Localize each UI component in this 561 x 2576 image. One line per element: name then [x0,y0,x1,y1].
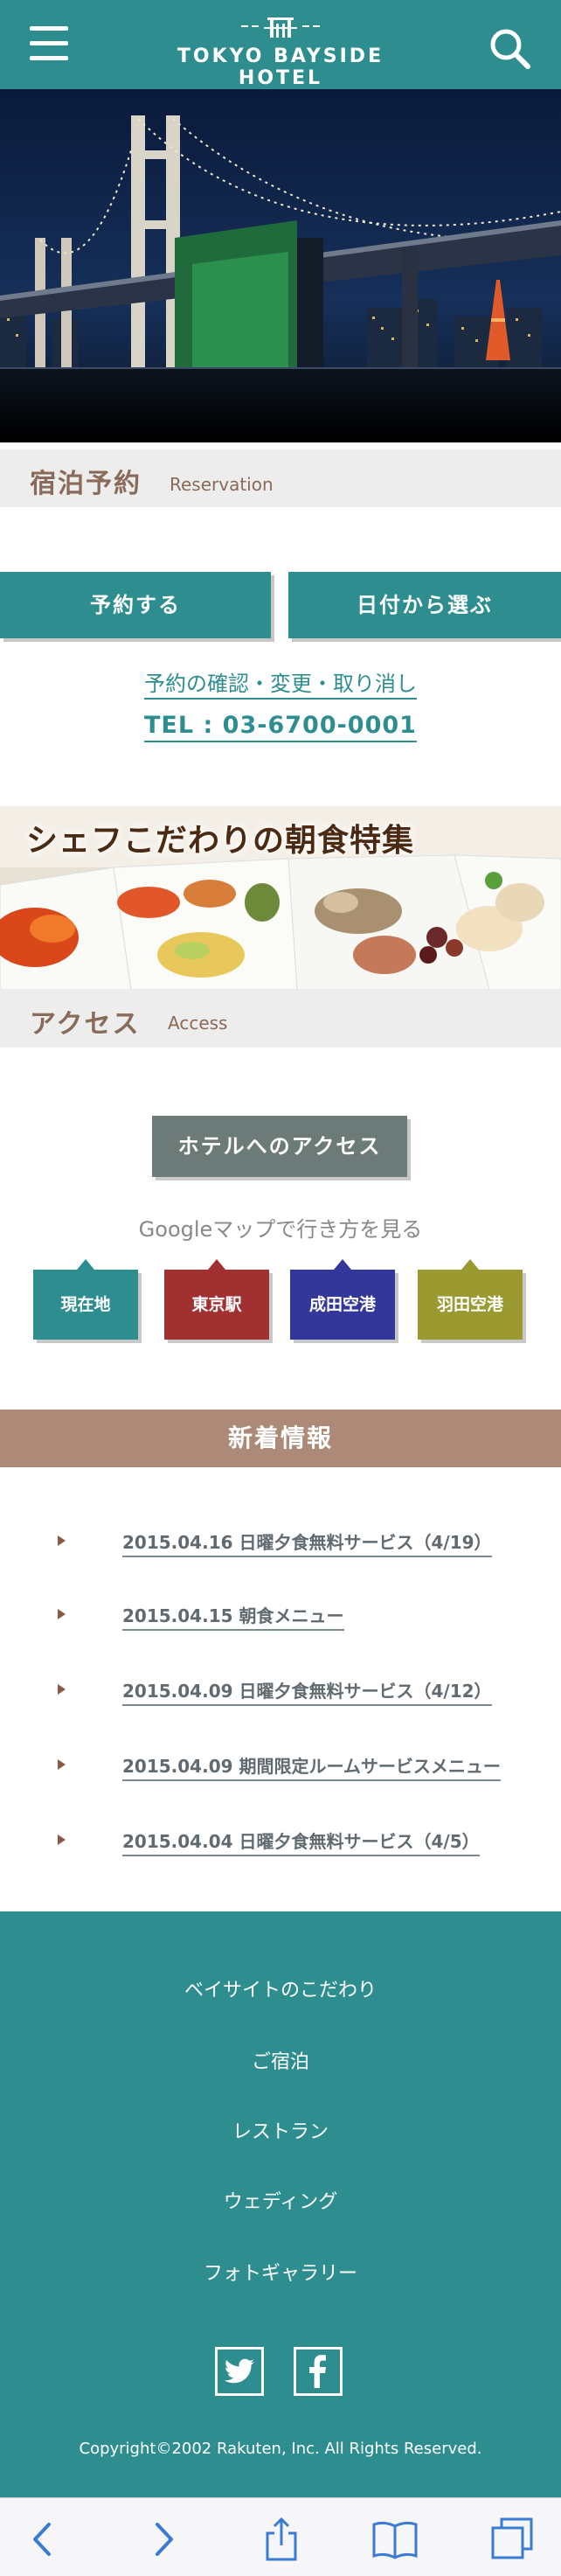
news-item-text: 2015.04.16 日曜夕食無料サービス（4/19） [122,1528,492,1557]
route-current-location-button[interactable]: 現在地 [33,1259,138,1340]
facebook-icon[interactable] [294,2347,343,2396]
footer-link-photo-gallery[interactable]: フォトギャラリー [0,2258,561,2286]
share-icon[interactable] [257,2516,306,2563]
hotel-access-button[interactable]: ホテルへのアクセス [152,1116,407,1177]
news-item-text: 2015.04.09 日曜夕食無料サービス（4/12） [122,1677,492,1706]
route-narita-airport-button[interactable]: 成田空港 [290,1259,395,1340]
browser-toolbar [0,2497,561,2576]
logo-text: TOKYO BAYSIDE HOTEL [177,45,384,89]
bullet-arrow-icon [58,1759,66,1770]
news-item[interactable]: 2015.04.15 朝食メニュー [0,1598,561,1633]
logo-mark-icon [241,17,320,38]
hotel-logo[interactable]: TOKYO BAYSIDE HOTEL [140,16,421,89]
news-item[interactable]: 2015.04.09 日曜夕食無料サービス（4/12） [0,1674,561,1709]
banner-title: シェフこだわりの朝食特集 [26,822,415,859]
reservation-title-jp: 宿泊予約 [30,469,142,499]
reservation-title-en: Reservation [170,474,274,495]
manage-reservation-link[interactable]: 予約の確認・変更・取り消し [0,666,561,700]
footer-link-bayside-commitment[interactable]: ベイサイトのこだわり [0,1974,561,2002]
search-icon[interactable] [488,26,531,70]
footer-link-wedding[interactable]: ウェディング [0,2186,561,2214]
tel-label: TEL : 03-6700-0001 [144,712,417,742]
bullet-arrow-icon [58,1835,66,1845]
tel-link[interactable]: TEL : 03-6700-0001 [0,712,561,742]
bookmarks-icon[interactable] [371,2516,419,2563]
hero-image-night-bridge [0,89,561,442]
site-header: TOKYO BAYSIDE HOTEL [0,0,561,89]
bullet-arrow-icon [58,1684,66,1695]
news-item-text: 2015.04.04 日曜夕食無料サービス（4/5） [122,1828,480,1856]
menu-icon[interactable] [30,26,68,61]
route-tokyo-station-button[interactable]: 東京駅 [164,1259,269,1340]
news-item-text: 2015.04.09 期間限定ルームサービスメニュー [122,1752,501,1781]
select-date-button[interactable]: 日付から選ぶ [288,572,561,638]
book-button[interactable]: 予約する [0,572,271,638]
bullet-arrow-icon [58,1535,66,1546]
footer-link-stay[interactable]: ご宿泊 [0,2046,561,2074]
footer-link-restaurant[interactable]: レストラン [0,2116,561,2144]
google-map-text: Googleマップで行き方を見る [138,1217,423,1242]
twitter-icon[interactable] [215,2347,264,2396]
hero-slider[interactable] [0,89,561,442]
forward-icon[interactable] [138,2516,187,2563]
copyright-text: Copyright©2002 Rakuten, Inc. All Rights … [79,2440,482,2458]
reservation-heading: 宿泊予約 Reservation [0,449,561,507]
news-heading: 新着情報 [0,1410,561,1467]
tabs-icon[interactable] [488,2516,537,2563]
manage-reservation-label: 予約の確認・変更・取り消し [144,672,417,700]
news-item-text: 2015.04.15 朝食メニュー [122,1602,344,1631]
news-item[interactable]: 2015.04.16 日曜夕食無料サービス（4/19） [0,1525,561,1560]
back-icon[interactable] [19,2516,68,2563]
route-haneda-airport-button[interactable]: 羽田空港 [418,1259,523,1340]
access-title-en: Access [168,1013,228,1034]
breakfast-banner[interactable]: シェフこだわりの朝食特集 [0,806,561,990]
news-item[interactable]: 2015.04.04 日曜夕食無料サービス（4/5） [0,1824,561,1859]
news-item[interactable]: 2015.04.09 期間限定ルームサービスメニュー [0,1749,561,1784]
access-heading: アクセス Access [0,990,561,1048]
bullet-arrow-icon [58,1609,66,1619]
access-title-jp: アクセス [30,1009,141,1040]
